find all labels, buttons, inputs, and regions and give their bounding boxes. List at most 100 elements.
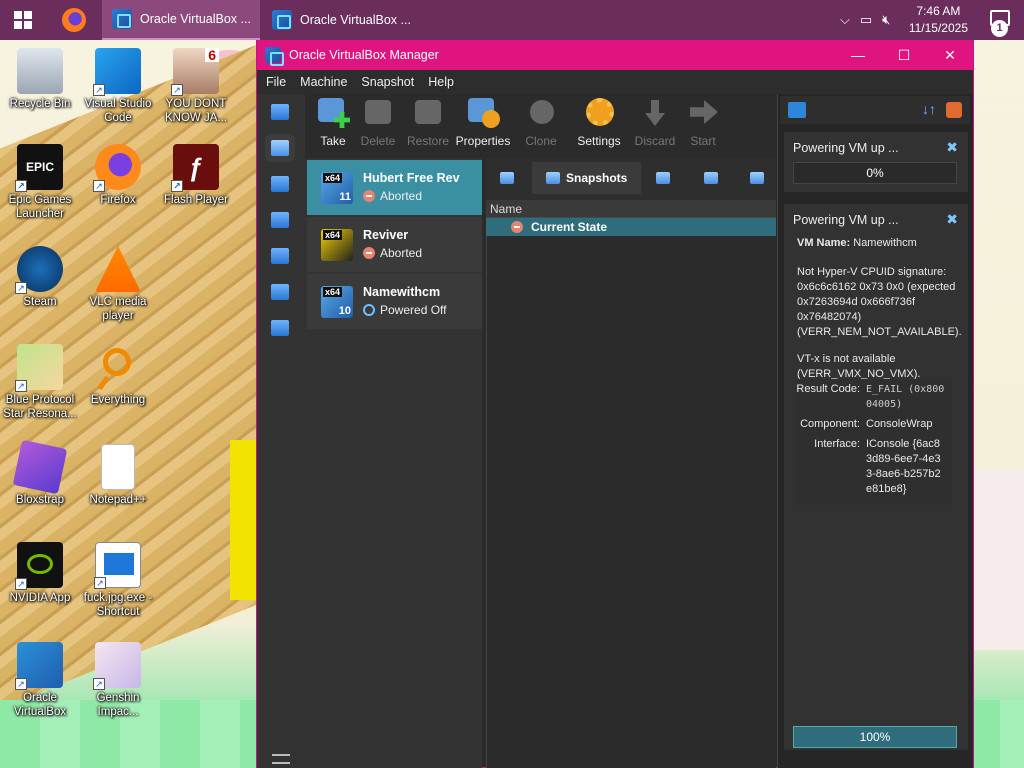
desktop-icon-recycle-bin[interactable]: Recycle Bin bbox=[0, 48, 80, 111]
taskbar-clock[interactable]: 7:46 AM 11/15/2025 bbox=[909, 3, 968, 37]
desktop-icon-steam[interactable]: ↗ Steam bbox=[0, 246, 80, 309]
maximize-button[interactable]: ☐ bbox=[881, 40, 927, 70]
menu-icon[interactable] bbox=[272, 754, 290, 764]
tab-activity[interactable] bbox=[704, 162, 718, 194]
desktop-icon-everything[interactable]: Everything bbox=[78, 344, 158, 407]
tool-label: Delete bbox=[360, 134, 396, 148]
menu-help[interactable]: Help bbox=[421, 75, 461, 89]
machines-icon[interactable] bbox=[271, 140, 289, 156]
interface-label: Interface: bbox=[814, 438, 860, 450]
icon-label: YOU DONT KNOW JA... bbox=[165, 98, 227, 124]
delete-snapshot-button[interactable]: Delete bbox=[350, 98, 406, 148]
window-title: Oracle VirtualBox Manager bbox=[289, 48, 439, 62]
windows-10-os-icon: x64 10 bbox=[321, 286, 353, 318]
tool-label: Properties bbox=[455, 134, 511, 148]
vm-name: Hubert Free Rev bbox=[363, 171, 460, 185]
tab-file-manager[interactable] bbox=[750, 162, 764, 194]
close-button[interactable]: ✕ bbox=[927, 40, 973, 70]
desktop-icon-blue-protocol[interactable]: ↗ Blue Protocol Star Resona... bbox=[0, 344, 80, 421]
menubar: File Machine Snapshot Help bbox=[257, 70, 973, 94]
aborted-icon bbox=[363, 190, 375, 202]
vm-item-namewithcm[interactable]: x64 10 Namewithcm Powered Off bbox=[307, 274, 482, 329]
desktop-icon-image[interactable]: 6 ↗ YOU DONT KNOW JA... bbox=[156, 48, 236, 125]
activities-icon[interactable] bbox=[271, 320, 289, 336]
desktop-icon-vlc[interactable]: VLC media player bbox=[78, 246, 158, 323]
menu-machine[interactable]: Machine bbox=[293, 75, 354, 89]
desktop-icon-vscode[interactable]: ↗ Visual Studio Code bbox=[78, 48, 158, 125]
vm-item-hubert[interactable]: x64 11 Hubert Free Rev Aborted bbox=[307, 160, 482, 215]
desktop-icon-nvidia[interactable]: ↗ NVIDIA App bbox=[0, 542, 80, 605]
sort-icon[interactable]: ↓↑ bbox=[922, 101, 936, 117]
window-titlebar[interactable]: Oracle VirtualBox Manager — ☐ ✕ bbox=[257, 40, 973, 70]
vm-state: Aborted bbox=[363, 246, 422, 260]
progress-notification-2: Powering VM up ... ✖ VM Name: Namewithcm… bbox=[784, 204, 968, 750]
desktop-icon-bloxstrap[interactable]: Bloxstrap bbox=[0, 439, 80, 507]
desktop-icon-genshin[interactable]: ↗ Genshin Impac... bbox=[78, 642, 158, 719]
network-icon[interactable]: ▭ bbox=[860, 12, 872, 28]
error-details: VM Name: Namewithcm Not Hyper-V CPUID si… bbox=[797, 236, 962, 394]
minimize-button[interactable]: — bbox=[835, 40, 881, 70]
close-icon[interactable]: ✖ bbox=[946, 211, 958, 228]
properties-button[interactable]: Properties bbox=[455, 98, 511, 148]
menu-snapshot[interactable]: Snapshot bbox=[354, 75, 421, 89]
tab-snapshots[interactable]: Snapshots bbox=[532, 162, 642, 194]
settings-button[interactable]: Settings bbox=[571, 98, 627, 148]
pin-icon[interactable] bbox=[788, 102, 806, 118]
extensions-icon[interactable] bbox=[271, 176, 289, 192]
vm-state-label: Aborted bbox=[380, 189, 423, 203]
vm-item-reviver[interactable]: x64 Reviver Aborted bbox=[307, 217, 482, 272]
taskbar-app-virtualbox-2[interactable]: Oracle VirtualBox ... bbox=[262, 0, 420, 40]
network-tool-icon[interactable] bbox=[271, 248, 289, 264]
snapshots-column-header[interactable]: Name bbox=[486, 200, 776, 218]
vscode-icon: ↗ bbox=[93, 48, 141, 96]
camera-delete-icon bbox=[363, 98, 393, 128]
linux-os-icon: x64 bbox=[321, 229, 353, 261]
notification-center: ↓↑ Powering VM up ... ✖ 0% Powering VM u… bbox=[777, 94, 973, 768]
vm-name: Reviver bbox=[363, 228, 409, 242]
system-tray: ⌵ ▭ 🔇︎ bbox=[840, 0, 890, 40]
desktop-icon-flash[interactable]: ƒ ↗ Flash Player bbox=[156, 144, 236, 207]
virtualbox-icon bbox=[265, 47, 284, 66]
epic-games-icon: EPIC ↗ bbox=[15, 144, 63, 192]
error-message-1: Not Hyper-V CPUID signature: 0x6c6c6162 … bbox=[797, 266, 962, 338]
details-pane: Snapshots Name Current State bbox=[486, 158, 776, 768]
desktop-icon-notepad[interactable]: Notepad++ bbox=[78, 444, 158, 507]
start-button-vm[interactable]: Start bbox=[675, 98, 731, 148]
media-icon[interactable] bbox=[271, 212, 289, 228]
chevron-up-icon[interactable]: ⌵ bbox=[840, 12, 850, 28]
taskbar-app-virtualbox-1[interactable]: Oracle VirtualBox ... bbox=[102, 0, 260, 40]
icon-label: Steam bbox=[23, 296, 57, 308]
vm-name-label: VM Name: bbox=[797, 237, 851, 249]
clone-button[interactable]: Clone bbox=[513, 98, 569, 148]
desktop-icon-shortcut[interactable]: ↗ fuck.jpg.exe - Shortcut bbox=[78, 542, 158, 619]
clear-all-icon[interactable] bbox=[946, 102, 962, 118]
icon-label: Bloxstrap bbox=[16, 494, 64, 506]
file-icon bbox=[101, 444, 135, 490]
virtualbox-icon bbox=[272, 10, 292, 30]
desktop-icon-epic-games[interactable]: EPIC ↗ Epic Games Launcher bbox=[0, 144, 80, 221]
welcome-icon[interactable] bbox=[271, 104, 289, 120]
restore-snapshot-button[interactable]: Restore bbox=[400, 98, 456, 148]
menu-file[interactable]: File bbox=[259, 75, 293, 89]
cloud-icon[interactable] bbox=[271, 284, 289, 300]
properties-icon bbox=[468, 98, 500, 128]
desktop-icon-virtualbox[interactable]: ↗ Oracle VirtualBox bbox=[0, 642, 80, 719]
tool-label: Discard bbox=[634, 134, 676, 148]
icon-label: NVIDIA App bbox=[9, 592, 71, 604]
firefox-taskbar-icon[interactable] bbox=[62, 8, 86, 32]
snapshot-current-state[interactable]: Current State bbox=[486, 218, 776, 236]
error-message-2: VT-x is not available (VERR_VMX_NO_VMX). bbox=[797, 353, 921, 380]
start-button[interactable] bbox=[14, 11, 32, 29]
tab-general[interactable] bbox=[500, 162, 514, 194]
volume-muted-icon[interactable]: 🔇︎ bbox=[882, 12, 890, 28]
camera-icon bbox=[546, 172, 560, 184]
tool-label: Clone bbox=[525, 134, 557, 148]
virtualbox-window: Oracle VirtualBox Manager — ☐ ✕ File Mac… bbox=[256, 40, 974, 768]
snapshot-label: Current State bbox=[531, 220, 608, 234]
icon-label: Oracle VirtualBox bbox=[13, 692, 67, 718]
desktop-icon-firefox[interactable]: ↗ Firefox bbox=[78, 144, 158, 207]
vm-list: x64 11 Hubert Free Rev Aborted x64 Revive… bbox=[305, 158, 482, 768]
tab-logs[interactable] bbox=[656, 162, 670, 194]
progress-notification-1: Powering VM up ... ✖ 0% bbox=[784, 132, 968, 192]
close-icon[interactable]: ✖ bbox=[946, 139, 958, 156]
